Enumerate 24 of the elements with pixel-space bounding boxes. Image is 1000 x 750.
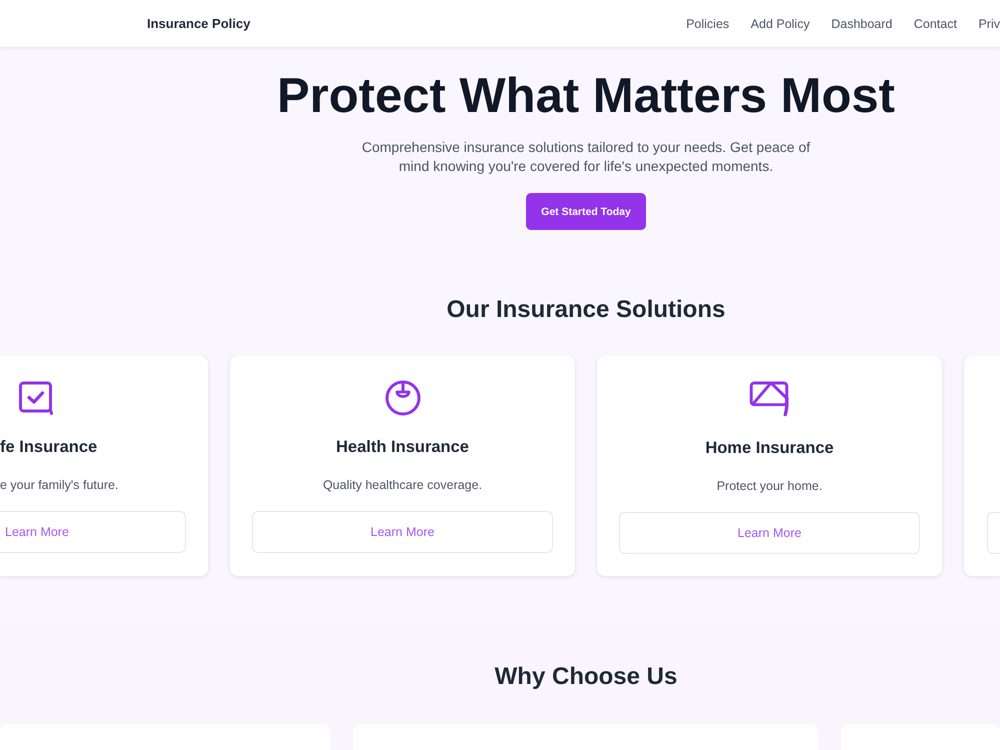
card-description: Protect your home. — [716, 478, 822, 494]
nav-link[interactable]: Policies — [686, 16, 730, 30]
learn-more-button[interactable]: Learn More — [0, 510, 186, 552]
button-edge[interactable] — [987, 512, 1000, 554]
card-description: Quality healthcare coverage. — [322, 476, 482, 492]
hero-subtitle: Comprehensive insurance solutions tailored to your needs. Get peace of mind knowing you're covered for life's unexpected moments. — [360, 138, 812, 176]
ring-icon — [384, 380, 420, 416]
nav-link[interactable]: Dashboard — [831, 16, 892, 30]
learn-more-button[interactable]: Learn More — [619, 512, 920, 554]
nav-link[interactable]: Contact — [914, 16, 957, 30]
check-square-icon — [18, 380, 54, 416]
nav-link[interactable]: Add Policy — [750, 16, 810, 30]
card-description: e your family's future. — [0, 476, 118, 492]
get-started-button[interactable]: Get Started Today — [526, 193, 646, 230]
learn-more-button[interactable]: Learn More — [252, 510, 553, 552]
card-title: Health Insurance — [336, 436, 469, 456]
card-title: Home Insurance — [705, 438, 834, 458]
card-title: fe Insurance — [0, 436, 98, 456]
section-heading: Why Choose Us — [494, 662, 678, 691]
section-heading: Our Insurance Solutions — [446, 295, 726, 324]
hero-title: Protect What Matters Most — [276, 68, 895, 125]
nav-link[interactable]: Priv — [978, 16, 1000, 30]
roof-frame-icon — [748, 380, 790, 417]
brand-name[interactable]: Insurance Policy — [147, 16, 250, 31]
